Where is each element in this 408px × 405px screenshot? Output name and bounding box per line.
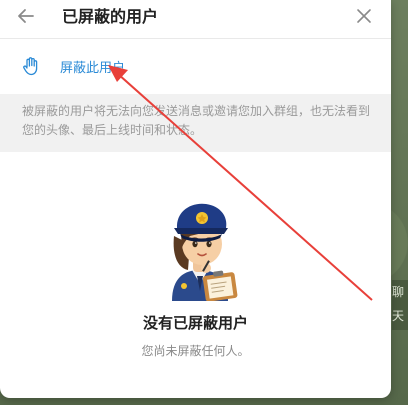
hand-stop-icon [23, 57, 38, 76]
police-officer-illustration [172, 203, 238, 301]
info-text: 被屏蔽的用户将无法向您发送消息或邀请您加入群组，也无法看到您的头像、最后上线时间… [22, 104, 371, 137]
close-button[interactable] [350, 2, 378, 30]
empty-state-subtitle: 您尚未屏蔽任何人。 [141, 344, 250, 358]
arrow-left-icon [18, 9, 34, 23]
empty-state-title: 没有已屏蔽用户 [142, 314, 248, 332]
back-button[interactable] [12, 2, 40, 30]
block-user-label: 屏蔽此用户 [60, 61, 126, 76]
info-box: 被屏蔽的用户将无法向您发送消息或邀请您加入群组，也无法看到您的头像、最后上线时间… [0, 94, 391, 152]
background-side-text: 聊天 [392, 280, 408, 330]
close-icon [357, 9, 371, 23]
block-user-button[interactable]: 屏蔽此用户 [0, 46, 391, 86]
blocked-users-dialog: 已屏蔽的用户 屏蔽此用户 被屏蔽的用户将无法向您发送消息或邀请您加入群组，也无法… [0, 0, 391, 398]
dialog-title: 已屏蔽的用户 [62, 7, 159, 26]
dialog-header: 已屏蔽的用户 [0, 0, 391, 39]
